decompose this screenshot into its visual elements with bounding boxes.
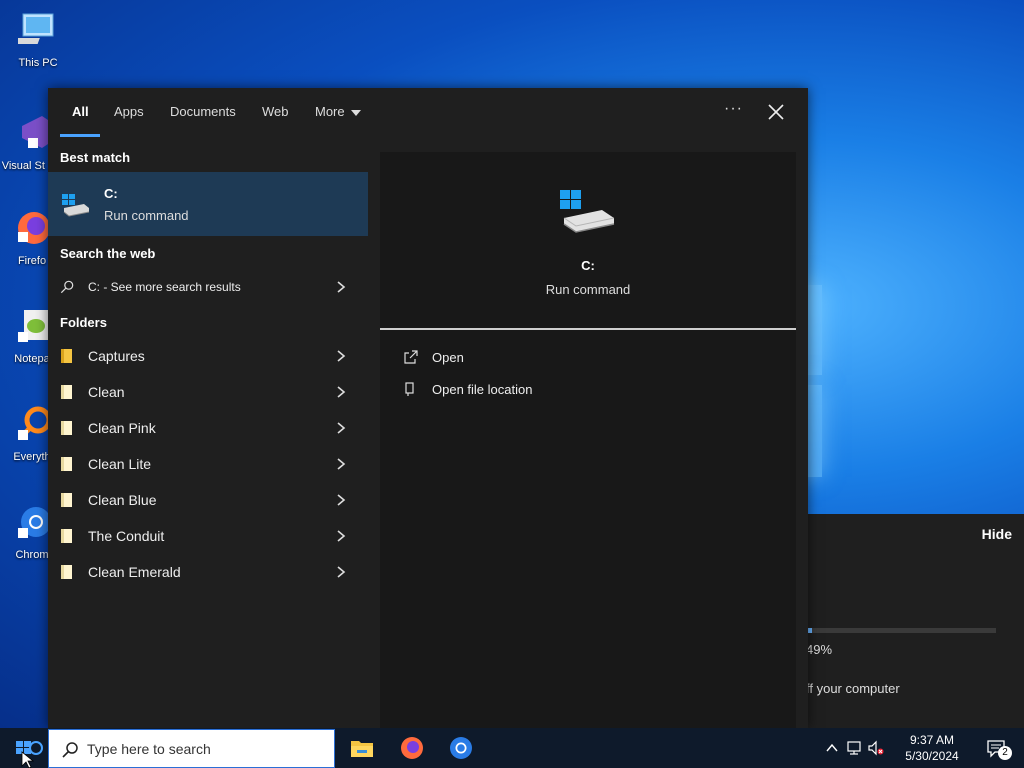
- folder-item[interactable]: Clean: [48, 374, 368, 410]
- folder-item[interactable]: Clean Lite: [48, 446, 368, 482]
- folder-item[interactable]: Clean Emerald: [48, 554, 368, 590]
- search-input[interactable]: [87, 738, 327, 760]
- caret-down-icon: [350, 109, 361, 116]
- folder-label: The Conduit: [88, 528, 165, 544]
- tab-apps[interactable]: Apps: [114, 104, 144, 119]
- tab-all[interactable]: All: [72, 104, 89, 119]
- more-options-icon[interactable]: ···: [724, 100, 743, 118]
- folder-item[interactable]: Captures: [48, 338, 368, 374]
- folder-icon: [61, 457, 72, 471]
- folder-icon: [61, 385, 72, 399]
- best-match-heading: Best match: [60, 150, 131, 165]
- folder-label: Captures: [88, 348, 145, 364]
- folder-icon: [61, 421, 72, 435]
- tab-more-label: More: [315, 104, 345, 119]
- update-notification-panel: Hide 49% ff your computer: [800, 514, 1024, 728]
- file-location-icon: [405, 382, 414, 396]
- folder-item[interactable]: Clean Blue: [48, 482, 368, 518]
- firefox-icon[interactable]: [398, 734, 426, 762]
- desktop-icon-label: This PC: [18, 57, 58, 69]
- volume-muted-icon[interactable]: [868, 740, 884, 756]
- chevron-right-icon: [337, 494, 346, 506]
- hide-button[interactable]: Hide: [982, 526, 1012, 542]
- search-web-heading: Search the web: [60, 246, 156, 261]
- folder-label: Clean: [88, 384, 125, 400]
- folder-label: Clean Pink: [88, 420, 156, 436]
- folder-item[interactable]: The Conduit: [48, 518, 368, 554]
- firefox-icon: [18, 212, 50, 244]
- detail-title: C:: [581, 258, 595, 273]
- close-icon[interactable]: [766, 102, 786, 122]
- results-list: Best match C: Run command Search the web…: [48, 138, 368, 728]
- notepad-plus-icon: [18, 310, 48, 342]
- folder-label: Clean Blue: [88, 492, 157, 508]
- search-panel: All Apps Documents Web More ··· Best mat…: [48, 88, 808, 728]
- detail-pane: C: Run command Open Open file location: [380, 152, 796, 728]
- notification-count-badge: 2: [998, 746, 1012, 760]
- open-icon: [404, 350, 418, 364]
- clock[interactable]: 9:37 AM 5/30/2024: [894, 732, 970, 764]
- action-center-button[interactable]: 2: [976, 728, 1024, 768]
- best-match-title: C:: [104, 186, 118, 201]
- notification-message: ff your computer: [806, 681, 900, 696]
- drive-icon: [560, 190, 615, 233]
- best-match-item[interactable]: C: Run command: [48, 172, 368, 236]
- tab-active-indicator: [60, 134, 100, 137]
- tab-web[interactable]: Web: [262, 104, 289, 119]
- taskbar: 9:37 AM 5/30/2024 2: [0, 728, 1024, 768]
- action-open-label: Open: [432, 350, 464, 365]
- progress-percent: 49%: [806, 642, 833, 657]
- tab-more[interactable]: More: [315, 104, 361, 119]
- folder-label: Clean Emerald: [88, 564, 181, 580]
- system-tray: 9:37 AM 5/30/2024 2: [824, 728, 1024, 768]
- folder-label: Clean Lite: [88, 456, 152, 472]
- folders-heading: Folders: [60, 315, 107, 330]
- chevron-right-icon: [337, 350, 346, 362]
- web-result-label: C: - See more search results: [88, 280, 241, 294]
- best-match-subtitle: Run command: [104, 208, 189, 223]
- tab-documents[interactable]: Documents: [170, 104, 236, 119]
- progress-fill: [808, 628, 812, 633]
- chevron-right-icon: [337, 281, 346, 293]
- search-icon: [62, 742, 78, 758]
- folder-icon: [61, 493, 72, 507]
- taskbar-search-box[interactable]: [48, 729, 335, 768]
- search-tabs: All Apps Documents Web More ···: [48, 88, 808, 138]
- everything-search-icon: [18, 406, 52, 440]
- file-explorer-icon[interactable]: [348, 734, 376, 762]
- desktop-icon-this-pc[interactable]: This PC: [0, 10, 76, 69]
- chrome-icon: [18, 507, 51, 538]
- chrome-icon[interactable]: [447, 734, 475, 762]
- web-search-result[interactable]: C: - See more search results: [48, 269, 368, 305]
- network-icon[interactable]: [846, 740, 862, 756]
- computer-icon: [15, 13, 54, 44]
- start-button-windows-icon[interactable]: [0, 728, 48, 768]
- detail-subtitle: Run command: [545, 282, 631, 297]
- progress-track: [808, 628, 996, 633]
- drive-icon: [62, 194, 90, 217]
- folder-icon: [61, 529, 72, 543]
- chevron-right-icon: [337, 422, 346, 434]
- folder-item[interactable]: Clean Pink: [48, 410, 368, 446]
- chevron-right-icon: [337, 386, 346, 398]
- folder-icon: [61, 349, 72, 363]
- clock-time: 9:37 AM: [909, 733, 955, 747]
- chevron-up-icon[interactable]: [824, 740, 840, 756]
- clock-date: 5/30/2024: [905, 749, 959, 763]
- action-open-file-location-label: Open file location: [432, 382, 533, 397]
- chevron-right-icon: [337, 530, 346, 542]
- folder-icon: [61, 565, 72, 579]
- chevron-right-icon: [337, 566, 346, 578]
- detail-divider: [380, 328, 796, 330]
- chevron-right-icon: [337, 458, 346, 470]
- search-icon: [60, 280, 74, 294]
